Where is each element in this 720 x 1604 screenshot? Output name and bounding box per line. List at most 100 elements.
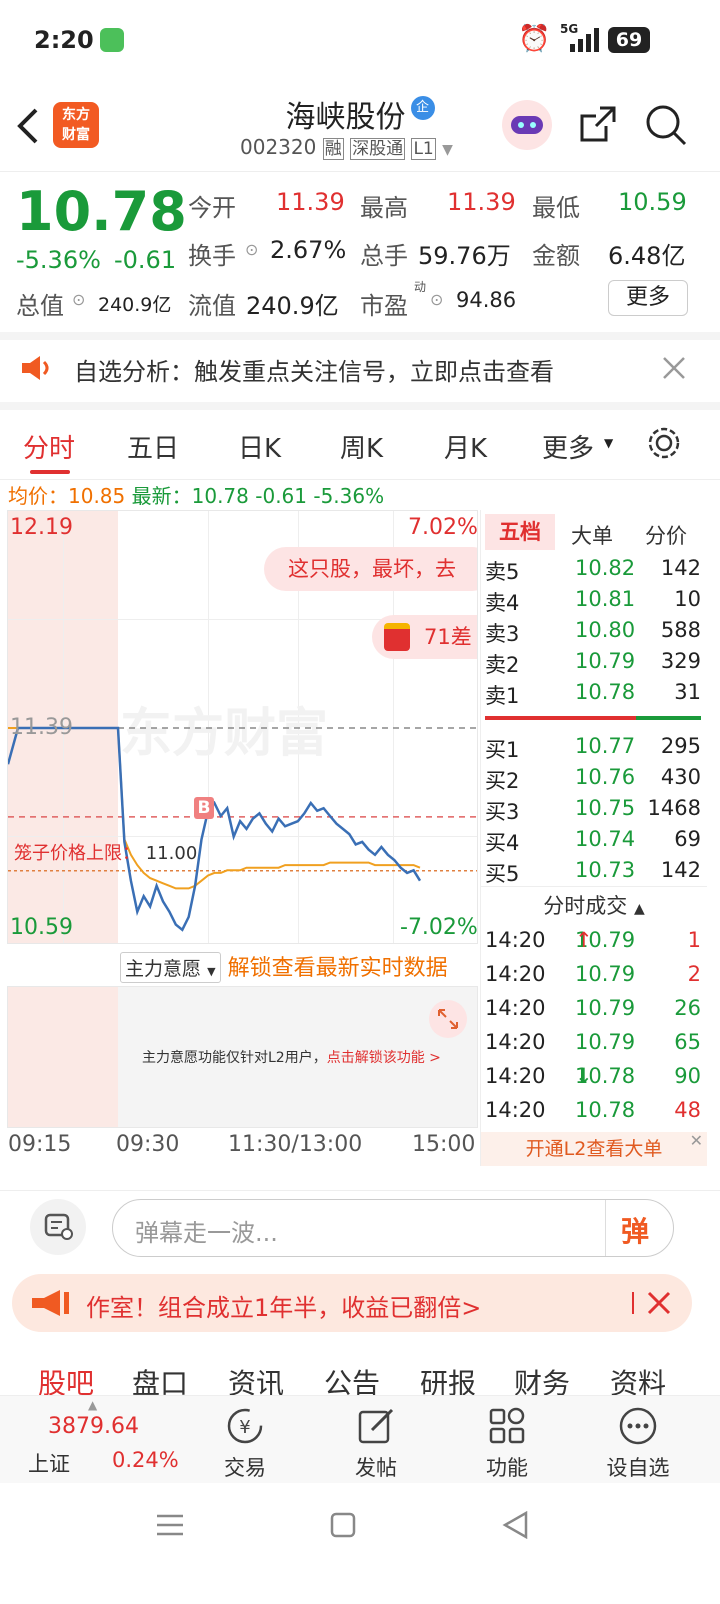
- ask-price: 10.82: [575, 556, 636, 580]
- ask-label: 卖1: [485, 684, 520, 708]
- menu-icon[interactable]: [155, 1513, 185, 1537]
- back-icon[interactable]: [16, 106, 40, 146]
- active-tab-indicator: [30, 470, 70, 474]
- l2-banner[interactable]: 开通L2查看大单 ✕: [481, 1131, 707, 1166]
- stock-title-group[interactable]: 海峡股份 企: [200, 92, 520, 136]
- bid-volume: 69: [674, 827, 701, 851]
- open-value: 11.39: [276, 188, 345, 216]
- avg-value: 10.85: [68, 484, 126, 508]
- search-icon[interactable]: [645, 104, 687, 146]
- tag-level: L1: [411, 138, 436, 160]
- float-value: 240.9亿: [246, 292, 339, 320]
- close-icon[interactable]: [662, 356, 686, 380]
- intraday-chart[interactable]: 东方财富 12.19 7.02% 11.39 10.59 -7.02% 笼子价格…: [7, 510, 478, 944]
- tab-daily-k[interactable]: 日K: [238, 428, 281, 465]
- danmaku-send-button[interactable]: 弹: [621, 1210, 649, 1250]
- last-price: 10.78: [16, 180, 187, 243]
- unlock-feature-link[interactable]: 点击解锁该功能 >: [327, 1050, 441, 1066]
- promo-banner[interactable]: 作室！组合成立1年半，收益已翻倍>: [12, 1274, 692, 1332]
- cage-price-label: 笼子价格上限： 11.00: [14, 839, 197, 865]
- expand-icon[interactable]: [426, 999, 470, 1039]
- info-icon[interactable]: ⊙: [430, 290, 443, 309]
- ask-price: 10.80: [575, 618, 636, 642]
- up-arrow-icon: ↑: [575, 928, 593, 952]
- tab-intraday[interactable]: 分时: [23, 428, 75, 465]
- orderbook-tab-large[interactable]: 大单: [571, 520, 613, 550]
- ask-row: 卖2 10.79 329: [481, 649, 707, 681]
- bid-ask-ratio-bar: [485, 716, 701, 720]
- bid-volume: 295: [660, 734, 701, 758]
- promo-bubble-text: 这只股，最坏，去: [288, 557, 456, 581]
- trade-time: 14:20: [485, 962, 546, 986]
- time-label-close: 15:00: [412, 1132, 476, 1157]
- y-max-pct: 7.02%: [408, 515, 478, 540]
- promo-bubble[interactable]: 这只股，最坏，去: [264, 547, 477, 591]
- bid-volume: 142: [660, 858, 701, 882]
- app-logo[interactable]: 东方 财富: [53, 102, 99, 148]
- unlock-link[interactable]: 解锁查看最新实时数据: [228, 956, 448, 981]
- more-button[interactable]: 更多: [608, 280, 688, 316]
- index-ticker[interactable]: ▲ 3879.64 上证 0.24%: [18, 1398, 179, 1476]
- nav-add-watchlist[interactable]: 设自选: [598, 1406, 678, 1482]
- analysis-notice[interactable]: 自选分析：触发重点关注信号，立即点击查看: [0, 340, 720, 410]
- trades-header[interactable]: 分时成交 ▲: [481, 886, 707, 926]
- orderbook-tab-five[interactable]: 五档: [485, 514, 555, 550]
- logo-line2: 财富: [62, 127, 90, 143]
- bid-row: 买3 10.75 1468: [481, 796, 707, 828]
- signal-icon: [570, 28, 599, 52]
- grid-icon: [489, 1407, 525, 1444]
- trade-volume: 48: [674, 1098, 701, 1122]
- nav-post-label: 发帖: [355, 1456, 397, 1480]
- caret-up-icon: ▲: [88, 1398, 98, 1412]
- trade-price: 10.78: [575, 1098, 636, 1122]
- chevron-down-icon[interactable]: ▼: [442, 142, 453, 158]
- status-time: 2:20: [34, 26, 94, 54]
- bid-price: 10.76: [575, 765, 636, 789]
- buy-marker[interactable]: B: [194, 797, 214, 819]
- close-icon[interactable]: ✕: [690, 1124, 703, 1158]
- trade-icon: ¥: [227, 1408, 263, 1444]
- tag-margin: 融: [322, 138, 344, 160]
- promo-divider: [632, 1292, 634, 1314]
- ask-volume: 588: [660, 618, 701, 642]
- indicator-selector[interactable]: 主力意愿 ▼: [120, 952, 221, 983]
- info-icon[interactable]: ⊙: [245, 240, 258, 259]
- back-triangle-icon[interactable]: [502, 1511, 528, 1539]
- time-label-noon: 11:30/13:00: [228, 1132, 363, 1157]
- share-icon[interactable]: [578, 104, 618, 144]
- danmaku-placeholder: 弹幕走一波...: [135, 1219, 278, 1247]
- nav-functions[interactable]: 功能: [467, 1406, 547, 1482]
- more-circle-icon: [619, 1407, 657, 1445]
- index-name: 上证: [28, 1452, 70, 1476]
- time-label-open: 09:15: [8, 1132, 72, 1157]
- close-icon[interactable]: [646, 1290, 672, 1316]
- total-value-label: 总值: [16, 292, 64, 320]
- nav-trade[interactable]: ¥ 交易: [205, 1406, 285, 1482]
- chart-area: 均价：10.85 最新：10.78 -0.61 -5.36% 东方财富 12.1…: [0, 480, 720, 1190]
- tab-five-day[interactable]: 五日: [127, 428, 179, 465]
- bid-volume: 430: [660, 765, 701, 789]
- stock-name: 海峡股份: [285, 100, 406, 135]
- notice-text: 自选分析：触发重点关注信号，立即点击查看: [74, 358, 554, 386]
- home-icon[interactable]: [330, 1512, 356, 1538]
- y-min-pct: -7.02%: [400, 915, 478, 940]
- stock-header: 东方 财富 海峡股份 企 002320 融 深股通 L1 ▼: [0, 80, 720, 172]
- trade-volume: 90: [674, 1064, 701, 1088]
- nav-post[interactable]: 发帖: [336, 1406, 416, 1482]
- low-value: 10.59: [618, 188, 687, 216]
- megaphone-icon: [32, 1290, 69, 1316]
- trade-time: 14:20: [485, 1098, 546, 1122]
- danmaku-input[interactable]: 弹幕走一波... 弹: [112, 1199, 674, 1257]
- orderbook-tab-price[interactable]: 分价: [645, 520, 687, 550]
- tab-more[interactable]: 更多: [542, 428, 594, 465]
- robot-avatar-icon[interactable]: [502, 100, 552, 150]
- tab-weekly-k[interactable]: 周K: [340, 428, 383, 465]
- red-packet-bubble[interactable]: 71差: [372, 615, 477, 659]
- index-change: 0.24%: [112, 1448, 179, 1472]
- bottom-nav: ▲ 3879.64 上证 0.24% ¥ 交易 发帖 功能 设自选: [0, 1395, 720, 1483]
- tab-monthly-k[interactable]: 月K: [444, 428, 487, 465]
- gear-icon[interactable]: [647, 426, 681, 460]
- orderbook-tabs: 五档 大单 分价: [481, 510, 707, 552]
- danmaku-settings-icon[interactable]: [30, 1199, 86, 1255]
- info-icon[interactable]: ⊙: [72, 290, 85, 309]
